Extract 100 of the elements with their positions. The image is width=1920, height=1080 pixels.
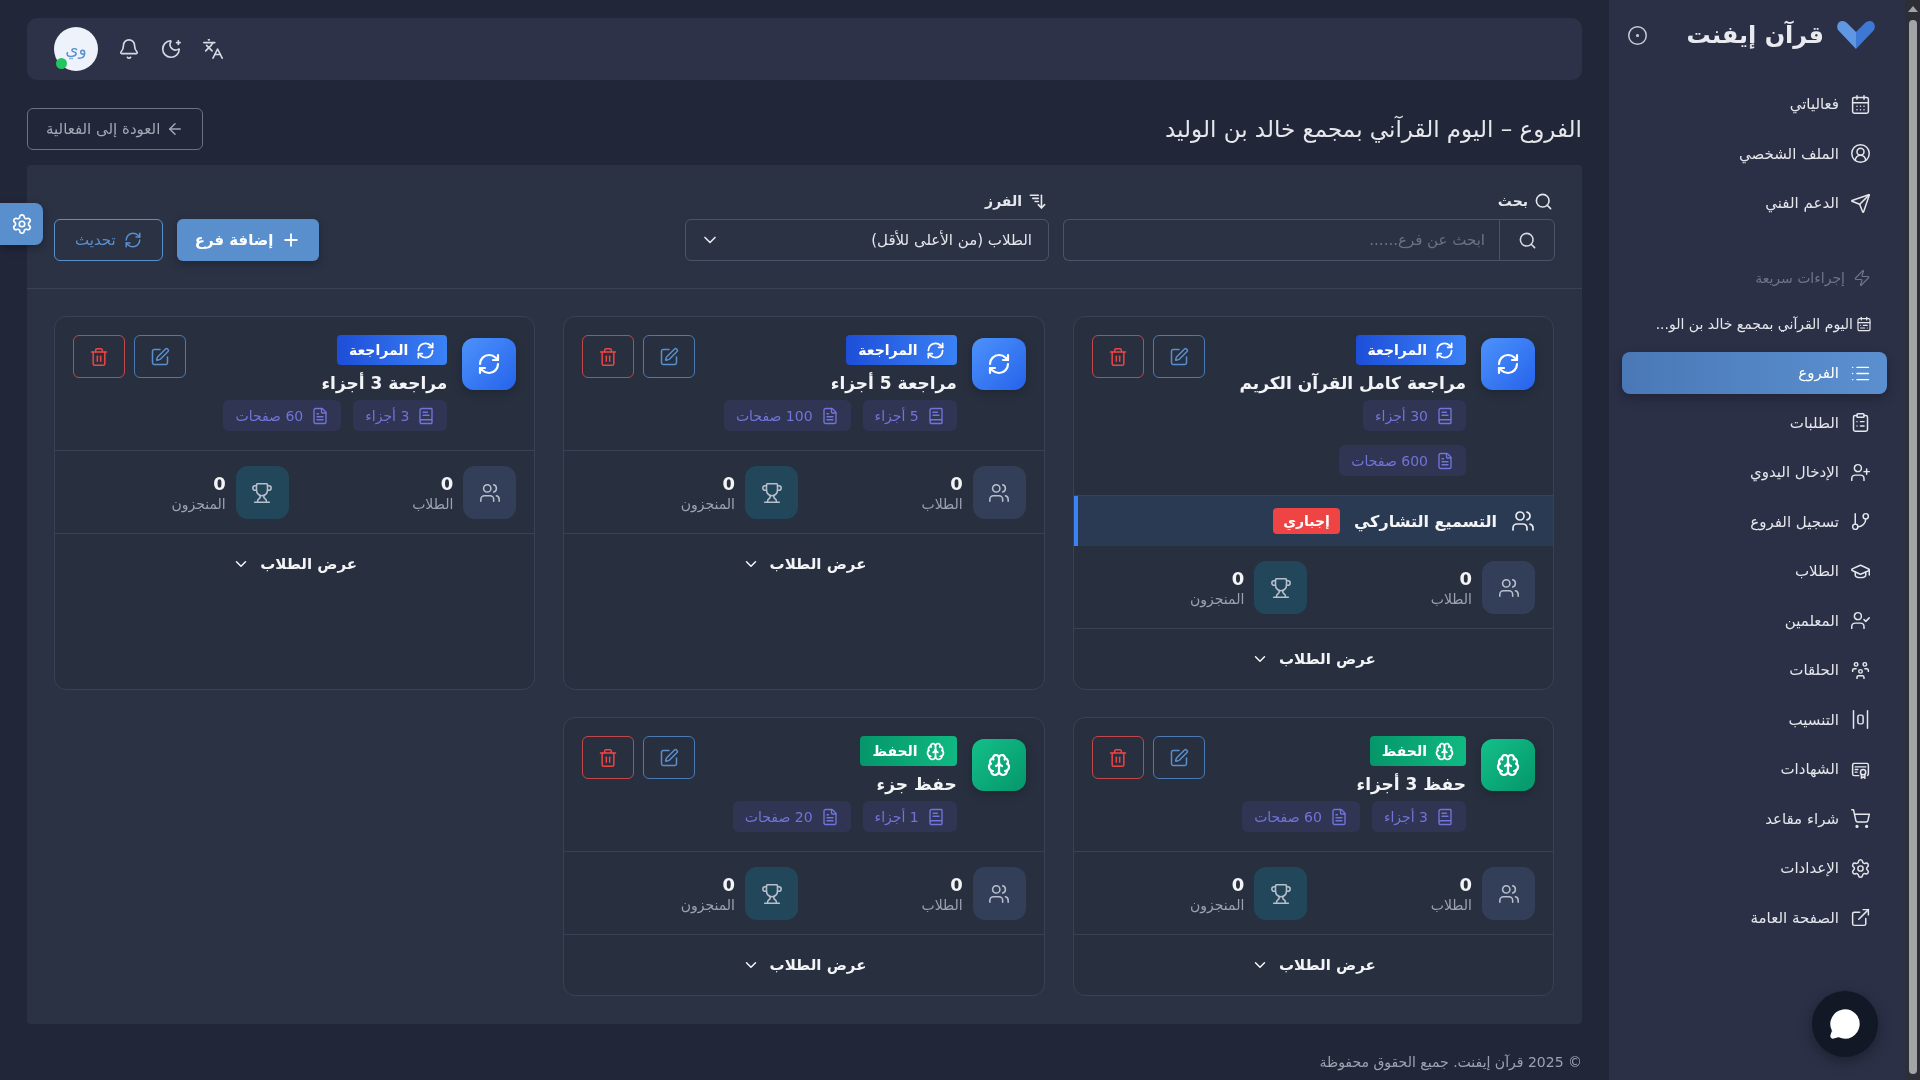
- trash-icon: [89, 346, 109, 367]
- stat-value: 0: [722, 473, 735, 494]
- sidebar-item[interactable]: التنسيب: [1622, 698, 1887, 741]
- delete-button[interactable]: [1091, 335, 1144, 378]
- show-students-button[interactable]: عرض الطلاب: [1244, 646, 1382, 672]
- translate-icon: [202, 38, 224, 60]
- stat-value: 0: [1231, 874, 1245, 895]
- sidebar-item[interactable]: الملف الشخصي: [1622, 132, 1887, 175]
- sidebar-item[interactable]: تسجيل الفروع: [1622, 500, 1887, 543]
- document-icon: [1329, 807, 1348, 826]
- sidebar-item[interactable]: الصفحة العامة: [1622, 896, 1887, 939]
- group-recitation-label: التسميع التشاركي: [1353, 511, 1497, 531]
- columns-icon: [1850, 709, 1871, 730]
- scroll-up-arrow-icon[interactable]: [1907, 6, 1918, 12]
- sidebar-item[interactable]: الإعدادات: [1622, 847, 1887, 889]
- sidebar-item[interactable]: شراء مقاعد: [1622, 797, 1887, 840]
- trash-icon: [1107, 747, 1128, 768]
- search-icon: [1534, 191, 1553, 211]
- clipboard-icon: [1850, 412, 1871, 433]
- branch-title: حفظ جزء: [876, 773, 957, 795]
- settings-icon: [10, 213, 33, 235]
- sidebar-item[interactable]: فعالياتي: [1622, 83, 1887, 125]
- refresh-icon: [1435, 340, 1454, 360]
- branch-type-label: الحفظ: [872, 743, 918, 759]
- edit-icon: [659, 346, 680, 367]
- edit-icon: [1168, 346, 1189, 367]
- delete-button[interactable]: [582, 335, 635, 378]
- trophy-icon: [1254, 561, 1308, 614]
- delete-button[interactable]: [1091, 736, 1144, 779]
- event-link[interactable]: اليوم القرآني بمجمع خالد بن الو...: [1622, 309, 1887, 339]
- scrollbar-thumb[interactable]: [1908, 20, 1917, 1074]
- settings-icon: [1850, 857, 1871, 879]
- users-icon: [1511, 509, 1535, 533]
- show-students-button[interactable]: عرض الطلاب: [1244, 952, 1382, 978]
- pages-count: 100 صفحات: [735, 407, 813, 424]
- parts-count: 3 أجزاء: [1383, 808, 1428, 825]
- refresh-icon: [925, 340, 945, 360]
- cart-icon: [1850, 808, 1871, 829]
- delete-button[interactable]: [73, 335, 125, 378]
- book-icon: [417, 406, 436, 425]
- trophy-icon: [235, 466, 289, 519]
- show-students-button[interactable]: عرض الطلاب: [735, 952, 873, 978]
- stat-value: 0: [440, 473, 454, 494]
- branch-title: حفظ 3 أجزاء: [1356, 773, 1466, 795]
- book-icon: [1436, 807, 1454, 826]
- moon-icon: [160, 38, 182, 60]
- users-icon: [463, 466, 517, 519]
- refresh-icon: [123, 231, 142, 249]
- document-icon: [311, 406, 330, 425]
- trophy-icon: [745, 867, 798, 920]
- users-icon: [972, 466, 1026, 519]
- branch-type-label: المراجعة: [348, 342, 409, 358]
- sidebar-item[interactable]: الحلقات: [1622, 649, 1887, 691]
- sidebar-toggle-button[interactable]: [1627, 24, 1648, 46]
- trash-icon: [598, 747, 619, 768]
- external-link-icon: [1850, 907, 1871, 928]
- sidebar-item[interactable]: الطلبات: [1622, 401, 1887, 444]
- sort-dropdown[interactable]: الطلاب (من الأعلى للأقل): [685, 219, 1049, 261]
- translate-button[interactable]: [202, 38, 224, 60]
- sort-icon: [1028, 191, 1047, 211]
- parts-count: 30 أجزاء: [1374, 407, 1428, 424]
- trophy-icon: [745, 466, 798, 519]
- edit-button[interactable]: [1152, 736, 1205, 779]
- sidebar-item[interactable]: الطلاب: [1622, 550, 1887, 592]
- page-title: الفروع – اليوم القرآني بمجمع خالد بن الوليد: [1165, 116, 1582, 142]
- stat-label: المنجزون: [1190, 897, 1245, 913]
- search-field[interactable]: ابحث عن فرع......: [1063, 219, 1499, 261]
- chat-bubble-icon: [1829, 1008, 1861, 1040]
- parts-count: 5 أجزاء: [874, 407, 919, 424]
- sidebar-item[interactable]: الشهادات: [1622, 748, 1887, 790]
- book-icon: [926, 807, 945, 826]
- sidebar-item[interactable]: الدعم الفني: [1622, 182, 1887, 224]
- theme-button[interactable]: [160, 38, 182, 60]
- refresh-button[interactable]: تحديث: [54, 219, 163, 261]
- edit-button[interactable]: [1152, 335, 1205, 378]
- circle-dot-icon: [1627, 24, 1648, 46]
- sidebar-item[interactable]: الإدخال اليدوي: [1622, 451, 1887, 493]
- search-button[interactable]: [1499, 219, 1555, 261]
- refresh-icon: [462, 338, 517, 390]
- calendar-icon: [1850, 93, 1871, 115]
- settings-button[interactable]: [0, 203, 43, 245]
- show-students-button[interactable]: عرض الطلاب: [226, 551, 364, 577]
- show-students-button[interactable]: عرض الطلاب: [735, 551, 873, 577]
- refresh-icon: [1481, 338, 1535, 390]
- delete-button[interactable]: [582, 736, 635, 779]
- trash-icon: [598, 346, 619, 367]
- edit-button[interactable]: [643, 736, 696, 779]
- sidebar-item[interactable]: الفروع: [1622, 352, 1887, 394]
- pages-count: 60 صفحات: [1254, 808, 1322, 825]
- users-icon: [1482, 867, 1535, 920]
- stat-value: 0: [1459, 568, 1472, 589]
- stat-label: المنجزون: [680, 897, 735, 913]
- back-button[interactable]: العودة إلى الفعالية: [27, 108, 204, 150]
- edit-button[interactable]: [643, 335, 696, 378]
- document-icon: [1436, 451, 1454, 470]
- edit-button[interactable]: [134, 335, 186, 378]
- calendar-icon: [1856, 316, 1872, 332]
- book-icon: [1436, 406, 1454, 425]
- notifications-button[interactable]: [118, 38, 140, 60]
- sidebar-item[interactable]: المعلمين: [1622, 599, 1887, 642]
